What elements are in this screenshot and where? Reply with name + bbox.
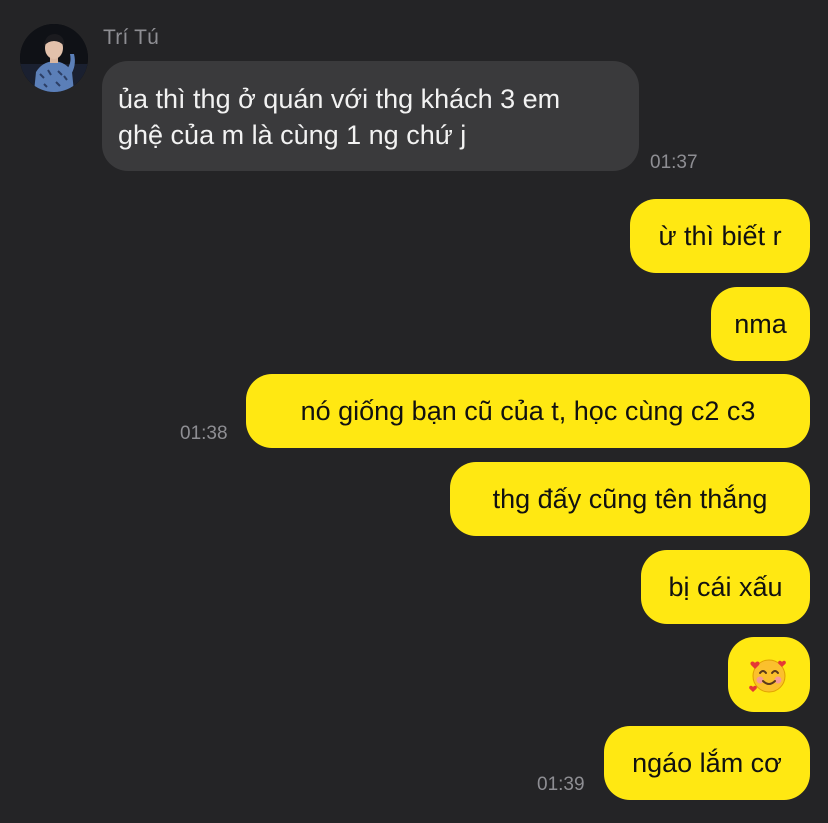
message-text: bị cái xấu bbox=[668, 572, 783, 602]
message-line: ủa thì thg ở quán với thg khách 3 em bbox=[118, 84, 561, 114]
outgoing-message-bubble[interactable]: nma bbox=[711, 287, 810, 361]
message-timestamp: 01:37 bbox=[650, 152, 698, 173]
outgoing-emoji-bubble[interactable] bbox=[728, 637, 810, 712]
message-line: ghệ của m là cùng 1 ng chứ j bbox=[118, 120, 467, 150]
chat-thread[interactable]: Trí Tú ủa thì thg ở quán với thg khách 3… bbox=[0, 0, 828, 823]
message-text: nó giống bạn cũ của t, học cùng c2 c3 bbox=[300, 396, 756, 426]
smiling-face-with-hearts-icon bbox=[749, 659, 786, 692]
message-timestamp: 01:39 bbox=[537, 774, 585, 795]
outgoing-message-bubble[interactable]: nó giống bạn cũ của t, học cùng c2 c3 bbox=[246, 374, 810, 448]
message-text: ngáo lắm cơ bbox=[632, 748, 782, 778]
outgoing-message-bubble[interactable]: ngáo lắm cơ bbox=[604, 726, 810, 800]
incoming-message-bubble[interactable]: ủa thì thg ở quán với thg khách 3 em ghệ… bbox=[102, 61, 639, 171]
sender-name: Trí Tú bbox=[103, 26, 160, 49]
outgoing-message-bubble[interactable]: bị cái xấu bbox=[641, 550, 810, 624]
avatar-photo-icon bbox=[20, 24, 88, 92]
contact-avatar[interactable] bbox=[20, 24, 88, 92]
message-timestamp: 01:38 bbox=[180, 423, 228, 444]
message-text: thg đấy cũng tên thắng bbox=[492, 484, 768, 514]
message-text: nma bbox=[734, 309, 787, 339]
outgoing-message-bubble[interactable]: thg đấy cũng tên thắng bbox=[450, 462, 810, 536]
message-text: ừ thì biết r bbox=[658, 221, 782, 251]
outgoing-message-bubble[interactable]: ừ thì biết r bbox=[630, 199, 810, 273]
